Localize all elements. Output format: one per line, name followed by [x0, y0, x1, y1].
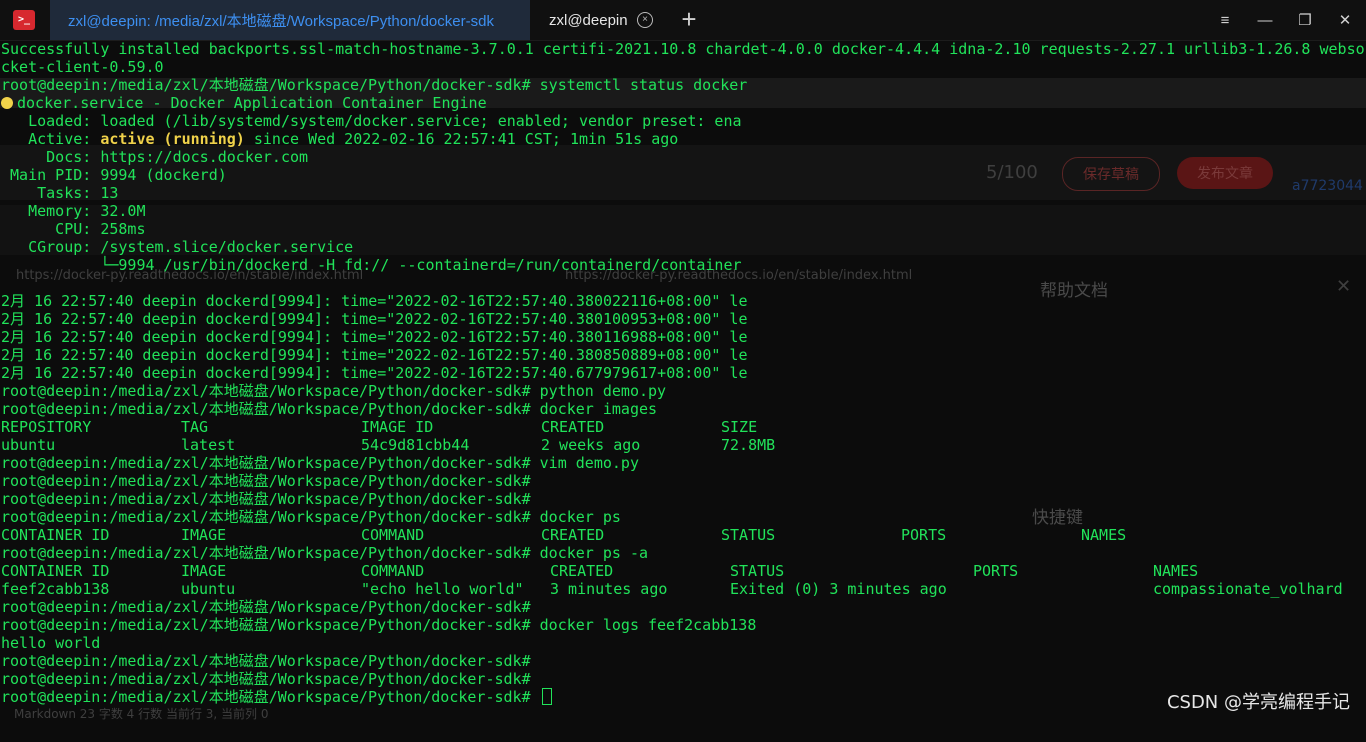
table-cell: COMMAND — [361, 526, 425, 544]
tab-active[interactable]: zxl@deepin: /media/zxl/本地磁盘/Workspace/Py… — [50, 0, 530, 40]
table-cell: Exited (0) 3 minutes ago — [730, 580, 947, 598]
terminal-line: root@deepin:/media/zxl/本地磁盘/Workspace/Py… — [1, 598, 531, 616]
images-header-row: REPOSITORY TAG IMAGE ID CREATED SIZE — [1, 418, 1366, 436]
table-cell: NAMES — [1153, 562, 1199, 580]
active-status: active (running) — [100, 130, 245, 148]
table-cell: REPOSITORY — [1, 418, 92, 436]
table-cell: ubuntu — [1, 436, 56, 454]
table-cell: 2 weeks ago — [541, 436, 641, 454]
table-cell: 72.8MB — [721, 436, 776, 454]
terminal-line: 2月 16 22:57:40 deepin dockerd[9994]: tim… — [1, 364, 748, 382]
terminal-line: Loaded: loaded (/lib/systemd/system/dock… — [1, 112, 742, 130]
service-title: docker.service - Docker Application Cont… — [17, 94, 487, 112]
terminal-line: Tasks: 13 — [1, 184, 119, 202]
terminal-line: CPU: 258ms — [1, 220, 146, 238]
psa-header-row: CONTAINER ID IMAGE COMMAND CREATED STATU… — [1, 562, 1366, 580]
terminal-line: docker.service - Docker Application Cont… — [1, 94, 1366, 112]
table-cell: STATUS — [721, 526, 776, 544]
tab-inactive-label: zxl@deepin — [549, 11, 628, 29]
table-cell: CONTAINER ID — [1, 526, 110, 544]
terminal-line: root@deepin:/media/zxl/本地磁盘/Workspace/Py… — [1, 508, 621, 526]
ghost-status: Markdown 23 字数 4 行数 当前行 3, 当前列 0 — [14, 707, 269, 721]
active-label: Active: — [1, 130, 101, 148]
terminal-line: root@deepin:/media/zxl/本地磁盘/Workspace/Py… — [1, 76, 748, 94]
terminal-output[interactable]: Successfully installed backports.ssl-mat… — [1, 40, 1366, 706]
terminal-prompt-line[interactable]: root@deepin:/media/zxl/本地磁盘/Workspace/Py… — [1, 688, 1366, 706]
terminal-line: root@deepin:/media/zxl/本地磁盘/Workspace/Py… — [1, 382, 667, 400]
images-row: ubuntu latest 54c9d81cbb44 2 weeks ago 7… — [1, 436, 1366, 454]
terminal-line: root@deepin:/media/zxl/本地磁盘/Workspace/Py… — [1, 454, 639, 472]
terminal-line: └─9994 /usr/bin/dockerd -H fd:// --conta… — [1, 256, 742, 274]
terminal-line: root@deepin:/media/zxl/本地磁盘/Workspace/Py… — [1, 616, 757, 634]
active-since: since Wed 2022-02-16 22:57:41 CST; 1min … — [244, 130, 679, 148]
terminal-line: hello world — [1, 634, 101, 652]
terminal-line: Active: active (running) since Wed 2022-… — [1, 130, 1366, 148]
table-cell: compassionate_volhard — [1153, 580, 1343, 598]
table-cell: TAG — [181, 418, 209, 436]
table-cell: 3 minutes ago — [550, 580, 668, 598]
terminal-line: CGroup: /system.slice/docker.service — [1, 238, 354, 256]
table-cell: 54c9d81cbb44 — [361, 436, 470, 454]
table-cell: IMAGE — [181, 526, 227, 544]
terminal-line: Successfully installed backports.ssl-mat… — [1, 40, 1365, 58]
terminal-line: root@deepin:/media/zxl/本地磁盘/Workspace/Py… — [1, 490, 531, 508]
table-cell: PORTS — [901, 526, 947, 544]
table-cell: CREATED — [541, 418, 605, 436]
table-cell: COMMAND — [361, 562, 425, 580]
close-window-icon[interactable]: ✕ — [1325, 0, 1365, 40]
terminal-line: root@deepin:/media/zxl/本地磁盘/Workspace/Py… — [1, 652, 531, 670]
terminal-line: root@deepin:/media/zxl/本地磁盘/Workspace/Py… — [1, 544, 648, 562]
table-cell: CREATED — [541, 526, 605, 544]
new-tab-button[interactable]: + — [675, 5, 703, 33]
terminal-line: Memory: 32.0M — [1, 202, 146, 220]
table-cell: ubuntu — [181, 580, 236, 598]
terminal-line: 2月 16 22:57:40 deepin dockerd[9994]: tim… — [1, 328, 748, 346]
maximize-icon[interactable]: ❐ — [1285, 0, 1325, 40]
terminal-line: Main PID: 9994 (dockerd) — [1, 166, 227, 184]
minimize-icon[interactable]: — — [1245, 0, 1285, 40]
terminal-line: root@deepin:/media/zxl/本地磁盘/Workspace/Py… — [1, 400, 658, 418]
tab-active-label: zxl@deepin: /media/zxl/本地磁盘/Workspace/Py… — [68, 12, 494, 30]
menu-icon[interactable]: ≡ — [1205, 0, 1245, 40]
table-cell: latest — [181, 436, 236, 454]
table-cell: SIZE — [721, 418, 758, 436]
terminal-titlebar: >_ zxl@deepin: /media/zxl/本地磁盘/Workspace… — [0, 0, 1366, 41]
terminal-line: root@deepin:/media/zxl/本地磁盘/Workspace/Py… — [1, 670, 531, 688]
table-cell: feef2cabb138 — [1, 580, 110, 598]
table-cell: PORTS — [973, 562, 1019, 580]
service-status-dot-icon — [1, 97, 13, 109]
csdn-watermark: CSDN @学亮编程手记 — [1166, 692, 1350, 713]
terminal-line: 2月 16 22:57:40 deepin dockerd[9994]: tim… — [1, 292, 748, 310]
terminal-line: root@deepin:/media/zxl/本地磁盘/Workspace/Py… — [1, 472, 531, 490]
terminal-line: 2月 16 22:57:40 deepin dockerd[9994]: tim… — [1, 310, 748, 328]
table-cell: CONTAINER ID — [1, 562, 110, 580]
terminal-app-icon[interactable]: >_ — [13, 10, 35, 30]
psa-row: feef2cabb138 ubuntu "echo hello world" 3… — [1, 580, 1366, 598]
tab-inactive[interactable]: zxl@deepin × — [530, 0, 665, 40]
terminal-cursor — [541, 688, 552, 705]
table-cell: NAMES — [1081, 526, 1127, 544]
tab-close-icon[interactable]: × — [637, 12, 653, 28]
table-cell: "echo hello world" — [361, 580, 524, 598]
terminal-line: Docs: https://docs.docker.com — [1, 148, 309, 166]
table-cell: STATUS — [730, 562, 785, 580]
terminal-line: cket-client-0.59.0 — [1, 58, 164, 76]
table-cell: CREATED — [550, 562, 614, 580]
table-cell: IMAGE — [181, 562, 227, 580]
terminal-line: 2月 16 22:57:40 deepin dockerd[9994]: tim… — [1, 346, 748, 364]
ps-header-row: CONTAINER ID IMAGE COMMAND CREATED STATU… — [1, 526, 1366, 544]
terminal-prompt: root@deepin:/media/zxl/本地磁盘/Workspace/Py… — [1, 688, 540, 706]
table-cell: IMAGE ID — [361, 418, 434, 436]
